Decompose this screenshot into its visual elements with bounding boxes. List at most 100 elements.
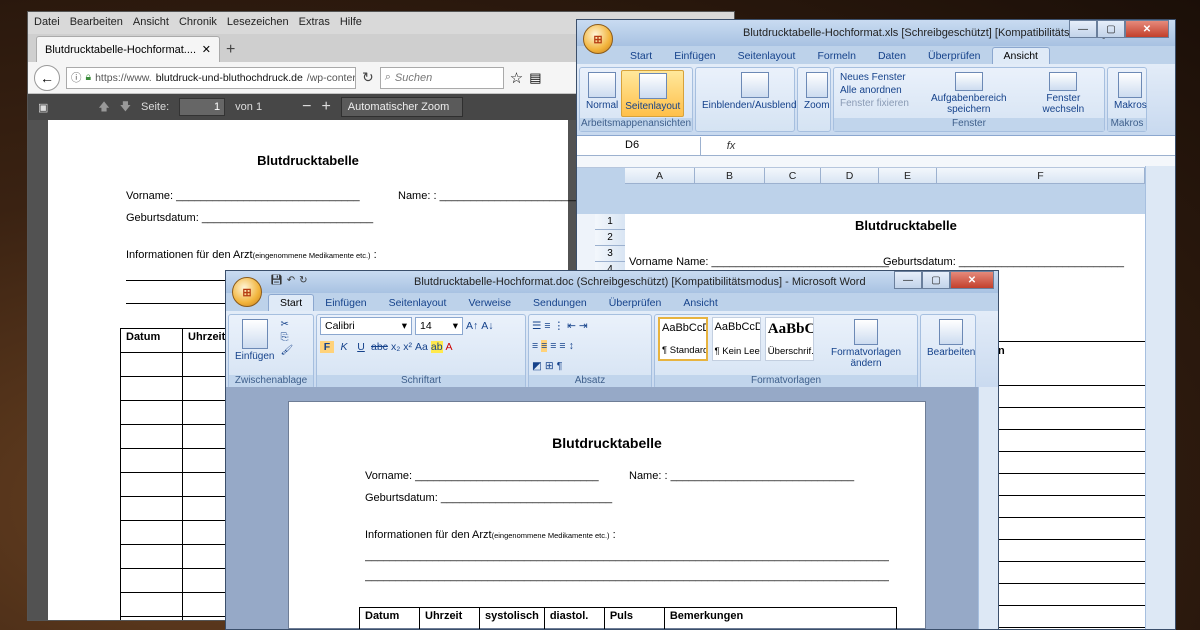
menu-bearbeiten[interactable]: Bearbeiten — [70, 16, 123, 30]
change-styles-button[interactable]: Formatvorlagen ändern — [818, 317, 914, 374]
tab-ansicht[interactable]: Ansicht — [672, 295, 728, 311]
switch-windows-button[interactable]: Fenster wechseln — [1026, 70, 1101, 117]
highlight-icon[interactable]: ab — [430, 341, 443, 353]
col-header-a[interactable]: A — [625, 168, 695, 183]
tab-formeln[interactable]: Formeln — [806, 48, 867, 64]
format-painter-icon[interactable]: 🖌︎ — [280, 345, 293, 356]
url-bar[interactable]: ⓘ 🔒︎ https://www. blutdruck-und-bluthochd… — [66, 66, 356, 89]
style-ueberschrift[interactable]: AaBbC Überschrif... — [764, 317, 815, 361]
fx-icon[interactable]: fx — [701, 140, 761, 152]
copy-icon[interactable]: ⎘ — [280, 332, 293, 343]
underline-icon[interactable]: U — [354, 341, 368, 353]
page-layout-view-button[interactable]: Seitenlayout — [621, 70, 685, 117]
row-header-1[interactable]: 1 — [595, 214, 625, 230]
close-icon[interactable]: ✕ — [1125, 20, 1169, 38]
show-hide-button[interactable]: Einblenden/Ausblenden — [699, 70, 811, 117]
macros-button[interactable]: Makros — [1111, 70, 1150, 117]
next-page-icon[interactable]: 🡇 — [120, 98, 131, 117]
new-window-button[interactable]: Neues Fenster — [840, 72, 909, 83]
menu-ansicht[interactable]: Ansicht — [133, 16, 169, 30]
superscript-icon[interactable]: x² — [403, 341, 412, 353]
row-header-3[interactable]: 3 — [595, 246, 625, 262]
close-tab-icon[interactable]: ✕ — [202, 43, 211, 56]
change-case-icon[interactable]: Aa — [415, 341, 428, 353]
decrease-indent-icon[interactable]: ⇤ — [567, 320, 576, 332]
sidebar-toggle-icon[interactable]: ▣ — [38, 101, 48, 114]
bullets-icon[interactable]: ☰ — [532, 320, 541, 332]
italic-icon[interactable]: K — [337, 341, 351, 353]
vertical-scrollbar[interactable] — [978, 387, 998, 629]
tab-ansicht[interactable]: Ansicht — [991, 47, 1050, 64]
zoom-out-icon[interactable]: − — [302, 98, 311, 116]
font-name-select[interactable]: Calibri ▾ — [320, 317, 412, 335]
tab-start[interactable]: Start — [619, 48, 663, 64]
zoom-button[interactable]: Zoom — [801, 70, 833, 117]
strikethrough-icon[interactable]: abc — [371, 341, 388, 353]
shading-icon[interactable]: ◩ — [532, 360, 542, 372]
bookmark-star-icon[interactable]: ☆ — [510, 69, 523, 87]
multilevel-icon[interactable]: ⋮ — [554, 320, 565, 332]
undo-icon[interactable]: ↶ — [287, 275, 295, 286]
col-header-e[interactable]: E — [879, 168, 937, 183]
page-number-input[interactable]: 1 — [179, 98, 226, 116]
menu-chronik[interactable]: Chronik — [179, 16, 217, 30]
align-center-icon[interactable]: ≡ — [541, 339, 548, 352]
shrink-font-icon[interactable]: A↓ — [481, 320, 493, 332]
browser-tab[interactable]: Blutdrucktabelle-Hochformat.... ✕ — [36, 36, 220, 62]
search-input[interactable]: ⌕ Suchen — [379, 66, 504, 89]
save-workspace-button[interactable]: Aufgabenbereich speichern — [912, 70, 1026, 117]
tab-ueberpruefen[interactable]: Überprüfen — [598, 295, 673, 311]
align-left-icon[interactable]: ≡ — [532, 340, 538, 352]
prev-page-icon[interactable]: 🡅 — [98, 98, 109, 117]
align-right-icon[interactable]: ≡ — [550, 340, 556, 352]
col-header-f[interactable]: F — [937, 168, 1145, 183]
tab-seitenlayout[interactable]: Seitenlayout — [727, 48, 807, 64]
back-icon[interactable]: ← — [34, 64, 60, 91]
borders-icon[interactable]: ⊞ — [545, 360, 554, 372]
bold-icon[interactable]: F — [320, 341, 334, 353]
zoom-in-icon[interactable]: + — [321, 98, 330, 116]
grow-font-icon[interactable]: A↑ — [466, 320, 478, 332]
tab-daten[interactable]: Daten — [867, 48, 917, 64]
menu-datei[interactable]: Datei — [34, 16, 60, 30]
reading-list-icon[interactable]: ▤ — [529, 70, 541, 86]
maximize-icon[interactable]: ▢ — [1097, 20, 1125, 38]
normal-view-button[interactable]: Normal — [583, 70, 621, 117]
save-icon[interactable]: 💾︎ — [270, 275, 283, 286]
new-tab-icon[interactable]: + — [226, 41, 235, 62]
reload-icon[interactable]: ↻ — [362, 69, 374, 86]
tab-einfuegen[interactable]: Einfügen — [314, 295, 377, 311]
tab-ueberpruefen[interactable]: Überprüfen — [917, 48, 992, 64]
font-color-icon[interactable]: A — [446, 341, 453, 353]
pilcrow-icon[interactable]: ¶ — [557, 360, 563, 372]
tab-verweise[interactable]: Verweise — [457, 295, 522, 311]
col-header-b[interactable]: B — [695, 168, 765, 183]
tab-start[interactable]: Start — [268, 294, 315, 311]
editing-button[interactable]: Bearbeiten — [924, 317, 978, 374]
increase-indent-icon[interactable]: ⇥ — [579, 320, 588, 332]
office-button-icon[interactable]: ⊞ — [583, 24, 613, 54]
font-size-select[interactable]: 14 ▾ — [415, 317, 463, 335]
tab-sendungen[interactable]: Sendungen — [522, 295, 598, 311]
col-header-d[interactable]: D — [821, 168, 879, 183]
style-standard[interactable]: AaBbCcDc¶ Standard — [658, 317, 708, 361]
minimize-icon[interactable]: — — [1069, 20, 1097, 38]
minimize-icon[interactable]: — — [894, 271, 922, 289]
paste-button[interactable]: Einfügen — [232, 317, 277, 374]
document-page[interactable]: Blutdrucktabelle Vorname: ______________… — [288, 401, 926, 629]
tab-seitenlayout[interactable]: Seitenlayout — [378, 295, 458, 311]
row-header-2[interactable]: 2 — [595, 230, 625, 246]
vertical-scrollbar[interactable] — [1145, 166, 1175, 629]
close-icon[interactable]: ✕ — [950, 271, 994, 289]
numbering-icon[interactable]: ≡ — [544, 320, 550, 332]
menu-hilfe[interactable]: Hilfe — [340, 16, 362, 30]
freeze-panes-button[interactable]: Fenster fixieren — [840, 98, 909, 109]
cut-icon[interactable]: ✂ — [280, 319, 293, 330]
redo-icon[interactable]: ↻ — [299, 275, 307, 286]
tab-einfuegen[interactable]: Einfügen — [663, 48, 726, 64]
justify-icon[interactable]: ≡ — [559, 340, 565, 352]
zoom-select[interactable]: Automatischer Zoom — [340, 97, 463, 117]
menu-lesezeichen[interactable]: Lesezeichen — [227, 16, 289, 30]
subscript-icon[interactable]: x₂ — [391, 341, 400, 353]
name-box[interactable]: D6 — [577, 136, 701, 155]
